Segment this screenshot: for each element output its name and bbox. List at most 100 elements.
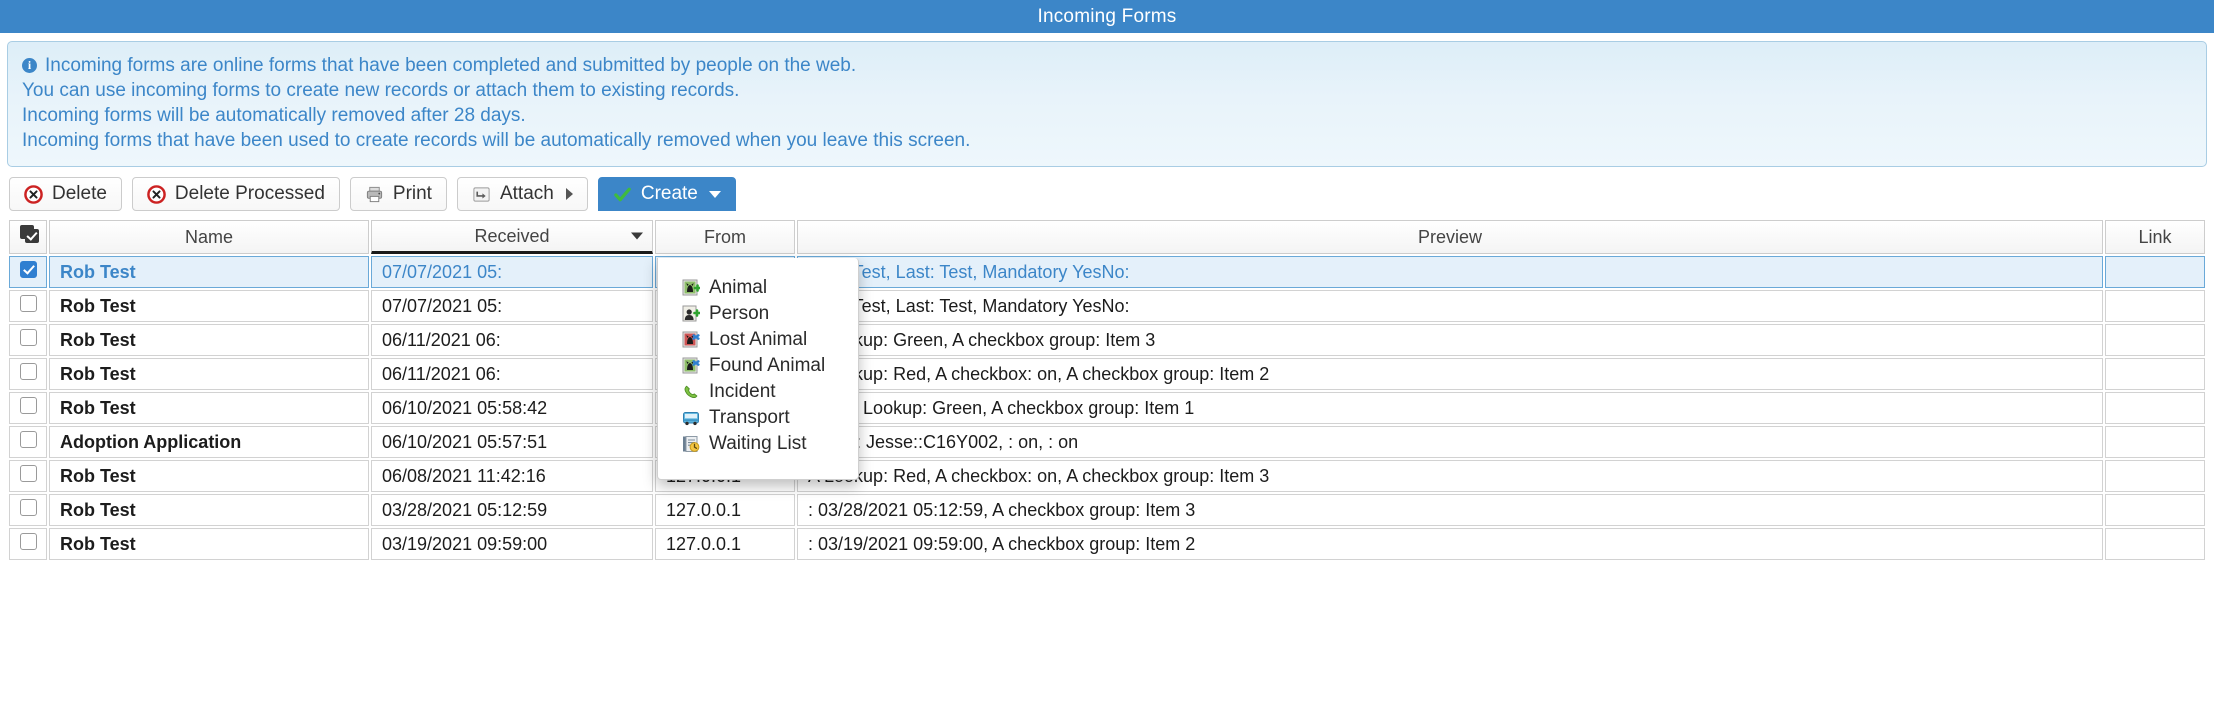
check-icon xyxy=(614,187,631,201)
row-checkbox-cell[interactable] xyxy=(9,494,47,526)
row-checkbox-cell[interactable] xyxy=(9,392,47,424)
column-header-link[interactable]: Link xyxy=(2105,220,2205,254)
create-dropdown-menu[interactable]: Animal Person Lost Animal Found Animal I… xyxy=(657,258,859,480)
cell-link xyxy=(2105,460,2205,492)
row-checkbox-cell[interactable] xyxy=(9,358,47,390)
row-checkbox[interactable] xyxy=(20,431,37,448)
table-row[interactable]: Rob Test 06/08/2021 11:42:16 127.0.0.1 A… xyxy=(9,460,2205,492)
create-button-label: Create xyxy=(640,183,698,204)
row-checkbox-cell[interactable] xyxy=(9,324,47,356)
row-checkbox[interactable] xyxy=(20,363,37,380)
cell-name: Rob Test xyxy=(49,290,369,322)
select-all-icon xyxy=(20,225,40,244)
row-checkbox-cell[interactable] xyxy=(9,426,47,458)
column-header-received[interactable]: Received xyxy=(371,220,653,254)
animal-add-icon xyxy=(682,279,700,296)
row-checkbox[interactable] xyxy=(20,499,37,516)
print-button-label: Print xyxy=(392,183,432,204)
table-row[interactable]: Rob Test 03/19/2021 09:59:00 127.0.0.1 :… xyxy=(9,528,2205,560)
table-row[interactable]: Rob Test 03/28/2021 05:12:59 127.0.0.1 :… xyxy=(9,494,2205,526)
row-checkbox[interactable] xyxy=(20,465,37,482)
row-checkbox-cell[interactable] xyxy=(9,460,47,492)
chevron-down-icon xyxy=(708,190,721,198)
cell-received: 06/10/2021 05:57:51 xyxy=(371,426,653,458)
cell-link xyxy=(2105,256,2205,288)
info-panel: i Incoming forms are online forms that h… xyxy=(7,41,2207,167)
cell-received: 03/28/2021 05:12:59 xyxy=(371,494,653,526)
cell-preview: A Lookup: Green, A checkbox group: Item … xyxy=(797,324,2103,356)
column-header-name[interactable]: Name xyxy=(49,220,369,254)
info-line-4: Incoming forms that have been used to cr… xyxy=(22,130,971,151)
menu-item-label: Animal xyxy=(709,277,768,298)
sort-descending-icon xyxy=(631,232,643,240)
menu-item-person[interactable]: Person xyxy=(658,301,858,327)
cell-name: Rob Test xyxy=(49,494,369,526)
incoming-forms-table: Name Received From Preview Link Rob Test… xyxy=(7,218,2207,562)
cell-received: 07/07/2021 05: xyxy=(371,290,653,322)
menu-item-waiting-list[interactable]: Waiting List xyxy=(658,431,858,457)
table-row[interactable]: Rob Test 06/10/2021 05:58:42 127.0.0.1 :… xyxy=(9,392,2205,424)
cell-from: 127.0.0.1 xyxy=(655,494,795,526)
found-animal-icon xyxy=(682,357,700,374)
menu-item-label: Person xyxy=(709,303,770,324)
cell-link xyxy=(2105,358,2205,390)
table-header-row: Name Received From Preview Link xyxy=(9,220,2205,254)
cell-name: Adoption Application xyxy=(49,426,369,458)
menu-item-incident[interactable]: Incident xyxy=(658,379,858,405)
table-row[interactable]: Rob Test 07/07/2021 05: 127.0.0.1 First:… xyxy=(9,290,2205,322)
attach-icon xyxy=(473,186,490,202)
delete-icon xyxy=(24,184,43,204)
cell-received: 06/08/2021 11:42:16 xyxy=(371,460,653,492)
delete-button[interactable]: Delete xyxy=(9,177,122,211)
toolbar: Delete Delete Processed Print Attach Cre… xyxy=(0,167,2214,211)
row-checkbox-cell[interactable] xyxy=(9,256,47,288)
cell-preview: Name: Jesse::C16Y002, : on, : on xyxy=(797,426,2103,458)
table-row[interactable]: Rob Test 06/11/2021 06: 127.0.0.1 A Look… xyxy=(9,358,2205,390)
cell-received: 07/07/2021 05: xyxy=(371,256,653,288)
column-header-from[interactable]: From xyxy=(655,220,795,254)
info-line-1: i Incoming forms are online forms that h… xyxy=(22,53,2192,78)
column-header-received-label: Received xyxy=(474,225,550,246)
printer-icon xyxy=(366,186,382,202)
cell-name: Rob Test xyxy=(49,324,369,356)
row-checkbox-cell[interactable] xyxy=(9,528,47,560)
attach-button[interactable]: Attach xyxy=(456,177,588,211)
column-header-preview[interactable]: Preview xyxy=(797,220,2103,254)
row-checkbox[interactable] xyxy=(20,295,37,312)
row-checkbox[interactable] xyxy=(20,261,37,278)
cell-preview: : 03/19/2021 09:59:00, A checkbox group:… xyxy=(797,528,2103,560)
info-panel-wrapper: i Incoming forms are online forms that h… xyxy=(0,33,2214,167)
cell-link xyxy=(2105,528,2205,560)
phone-icon xyxy=(684,385,698,399)
table-row[interactable]: Rob Test 07/07/2021 05: 127.0.0.1 First:… xyxy=(9,256,2205,288)
create-button[interactable]: Create xyxy=(597,177,736,211)
cell-name: Rob Test xyxy=(49,528,369,560)
bus-icon xyxy=(683,412,699,426)
chevron-right-icon xyxy=(565,188,573,200)
delete-processed-button[interactable]: Delete Processed xyxy=(131,177,340,211)
cell-link xyxy=(2105,494,2205,526)
row-checkbox-cell[interactable] xyxy=(9,290,47,322)
row-checkbox[interactable] xyxy=(20,329,37,346)
table-row[interactable]: Adoption Application 06/10/2021 05:57:51… xyxy=(9,426,2205,458)
row-checkbox[interactable] xyxy=(20,533,37,550)
print-button[interactable]: Print xyxy=(349,177,447,211)
menu-item-label: Incident xyxy=(709,381,776,402)
select-all-header[interactable] xyxy=(9,220,47,254)
table-row[interactable]: Rob Test 06/11/2021 06: 127.0.0.1 A Look… xyxy=(9,324,2205,356)
info-line-3: Incoming forms will be automatically rem… xyxy=(22,105,526,126)
menu-item-transport[interactable]: Transport xyxy=(658,405,858,431)
menu-item-lost-animal[interactable]: Lost Animal xyxy=(658,327,858,353)
menu-item-found-animal[interactable]: Found Animal xyxy=(658,353,858,379)
cell-received: 06/11/2021 06: xyxy=(371,324,653,356)
menu-item-animal[interactable]: Animal xyxy=(658,275,858,301)
incoming-forms-table-wrapper: Name Received From Preview Link Rob Test… xyxy=(0,211,2214,562)
waiting-list-icon xyxy=(683,436,700,452)
cell-received: 06/11/2021 06: xyxy=(371,358,653,390)
cell-link xyxy=(2105,290,2205,322)
cell-preview: First: Test, Last: Test, Mandatory YesNo… xyxy=(797,290,2103,322)
row-checkbox[interactable] xyxy=(20,397,37,414)
window-title-bar: Incoming Forms xyxy=(0,0,2214,33)
cell-from: 127.0.0.1 xyxy=(655,528,795,560)
person-add-icon xyxy=(682,305,700,322)
